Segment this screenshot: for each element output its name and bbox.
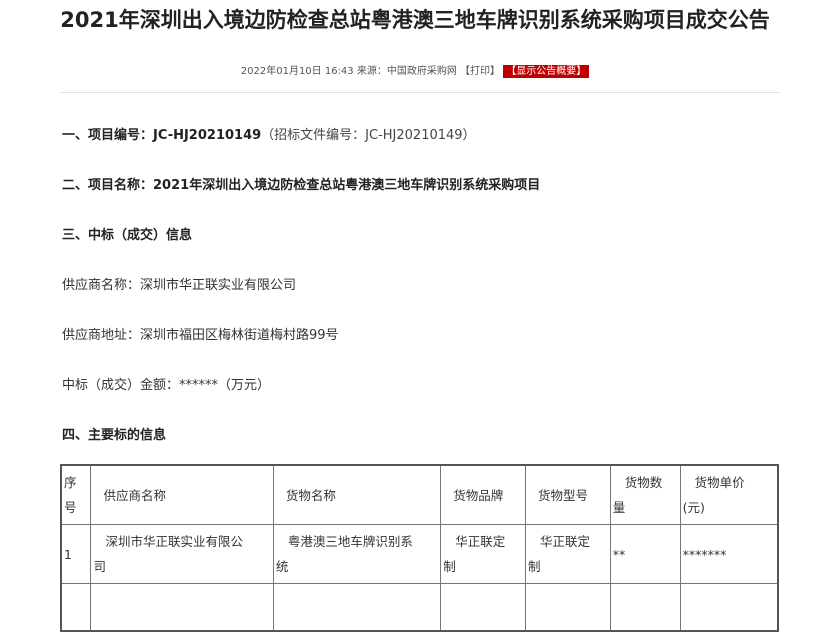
header-seq: 序号 — [60, 464, 92, 525]
publish-date: 2022年01月10日 16:43 — [240, 66, 354, 77]
project-name-line: 二、项目名称：2021年深圳出入境边防检查总站粤港澳三地车牌识别系统采购项目 — [62, 174, 540, 193]
header-goods-name: 货物名称 — [272, 464, 442, 525]
supplier-address-line: 供应商地址：深圳市福田区梅林街道梅村路99号 — [62, 328, 339, 343]
award-info-heading: 三、中标（成交）信息 — [62, 228, 193, 243]
cell-unit-price: ******* — [679, 524, 779, 584]
header-brand: 货物品牌 — [440, 464, 527, 525]
header-supplier: 供应商名称 — [90, 464, 274, 525]
source-name: 中国政府采购网 — [386, 66, 457, 77]
project-number-heading: 一、项目编号： — [62, 128, 154, 143]
cell-seq: 1 — [60, 524, 92, 584]
goods-table: 序号 供应商名称 货物名称 货物品牌 货物型号 货物数量 货物单价 (元) 1 深… — [60, 464, 779, 632]
main-info-heading: 四、主要标的信息 — [62, 428, 167, 443]
table-header-row: 序号 供应商名称 货物名称 货物品牌 货物型号 货物数量 货物单价 (元) — [60, 464, 779, 525]
print-link[interactable]: 【打印】 — [460, 66, 500, 77]
cell-quantity: ** — [609, 524, 681, 584]
cell-brand: 华正联定制 — [440, 524, 527, 584]
tender-doc-number: （招标文件编号：JC-HJ20210149） — [261, 128, 476, 143]
award-amount-line: 中标（成交）金额：******（万元） — [62, 378, 271, 393]
table-row: 1 深圳市华正联实业有限公司 粤港澳三地车牌识别系统 华正联定制 华正联定制 *… — [60, 524, 779, 584]
project-number-line: 一、项目编号：JC-HJ20210149（招标文件编号：JC-HJ2021014… — [62, 124, 476, 143]
article-meta: 2022年01月10日 16:43 来源：中国政府采购网 【打印】 【显示公告概… — [0, 62, 830, 78]
project-name-heading: 二、项目名称： — [62, 178, 154, 193]
page-title: 2021年深圳出入境边防检查总站粤港澳三地车牌识别系统采购项目成交公告 — [60, 8, 770, 32]
source-label: 来源： — [356, 66, 387, 77]
header-quantity: 货物数量 — [609, 464, 681, 525]
supplier-name-line: 供应商名称：深圳市华正联实业有限公司 — [62, 278, 297, 293]
cell-supplier: 深圳市华正联实业有限公司 — [90, 524, 274, 584]
table-row-empty — [60, 583, 779, 632]
project-name-value: 2021年深圳出入境边防检查总站粤港澳三地车牌识别系统采购项目 — [153, 178, 541, 193]
header-model: 货物型号 — [525, 464, 611, 525]
cell-model: 华正联定制 — [525, 524, 611, 584]
project-number-value: JC-HJ20210149 — [153, 128, 262, 143]
header-unit-price: 货物单价 (元) — [679, 464, 779, 525]
show-summary-button[interactable]: 【显示公告概要】 — [503, 65, 590, 78]
divider — [60, 92, 780, 93]
cell-goods-name: 粤港澳三地车牌识别系统 — [272, 524, 442, 584]
